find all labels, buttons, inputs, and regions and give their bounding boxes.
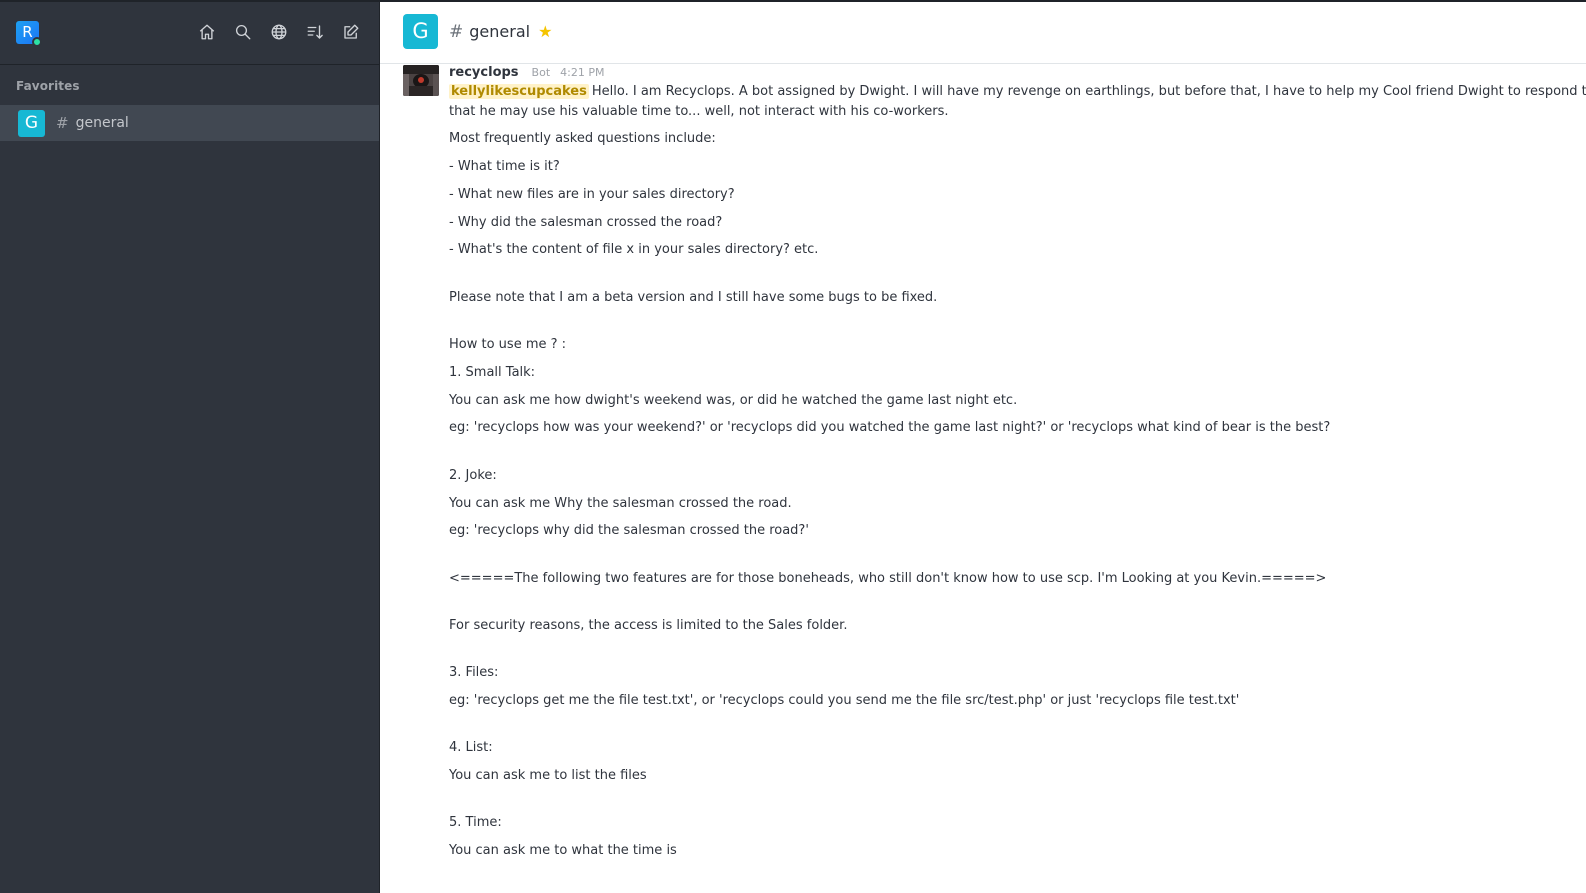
search-icon[interactable] bbox=[233, 22, 253, 42]
main-panel: G # general ★ recyclops Bot 4:21 PM kell… bbox=[380, 0, 1586, 893]
message-time: 4:21 PM bbox=[560, 66, 605, 79]
message-meta: recyclops Bot 4:21 PM bbox=[449, 65, 1586, 82]
message-username[interactable]: recyclops bbox=[449, 65, 519, 80]
message-line: kellylikescupcakes Hello. I am Recyclops.… bbox=[449, 82, 1586, 102]
message-paragraph: eg: 'recyclops how was your weekend?' or… bbox=[449, 420, 1331, 436]
message-paragraph: 4. List: bbox=[449, 740, 493, 756]
message-paragraph: How to use me ? : bbox=[449, 337, 567, 353]
message-paragraph: You can ask me to what the time is bbox=[449, 843, 677, 859]
message-paragraph: eg: 'recyclops why did the salesman cros… bbox=[449, 523, 809, 539]
message-paragraph: Please note that I am a beta version and… bbox=[449, 289, 938, 305]
message-paragraph: <=====The following two features are for… bbox=[449, 570, 1327, 586]
message-paragraph: Most frequently asked questions include: bbox=[449, 131, 716, 147]
hashtag-icon: # bbox=[449, 21, 464, 42]
room-title[interactable]: general bbox=[469, 22, 530, 41]
sidebar-toolbar bbox=[197, 22, 361, 42]
message-paragraph: You can ask me to list the files bbox=[449, 768, 647, 784]
message-text: Hello. I am Recyclops. A bot assigned by… bbox=[591, 84, 1586, 99]
sidebar-item-general[interactable]: G # general bbox=[0, 105, 379, 141]
message-paragraph: 1. Small Talk: bbox=[449, 364, 536, 380]
channel-avatar: G bbox=[18, 109, 45, 137]
message-paragraph: 5. Time: bbox=[449, 815, 502, 831]
star-icon[interactable]: ★ bbox=[538, 22, 552, 41]
hashtag-icon: # bbox=[56, 114, 69, 132]
create-new-icon[interactable] bbox=[341, 22, 361, 42]
favorites-section-title: Favorites bbox=[16, 79, 80, 93]
bot-badge: Bot bbox=[531, 66, 551, 79]
room-header: G # general ★ bbox=[380, 0, 1586, 64]
sidebar: R Favorites G # general bbox=[0, 0, 380, 893]
sort-icon[interactable] bbox=[305, 22, 325, 42]
message-paragraph: You can ask me Why the salesman crossed … bbox=[449, 495, 792, 511]
mention-link[interactable]: kellylikescupcakes bbox=[449, 84, 589, 99]
message-paragraph: eg: 'recyclops get me the file test.txt'… bbox=[449, 693, 1240, 709]
directory-icon[interactable] bbox=[269, 22, 289, 42]
message-paragraph: - Why did the salesman crossed the road? bbox=[449, 214, 723, 230]
sidebar-header: R bbox=[0, 0, 379, 65]
home-icon[interactable] bbox=[197, 22, 217, 42]
window-top-border bbox=[0, 0, 1586, 2]
user-avatar[interactable]: R bbox=[16, 20, 42, 47]
room-avatar: G bbox=[403, 14, 438, 49]
message-paragraph: - What new files are in your sales direc… bbox=[449, 186, 735, 202]
message-paragraph: 3. Files: bbox=[449, 665, 499, 681]
message-paragraph: - What time is it? bbox=[449, 159, 560, 175]
message-paragraph: 2. Joke: bbox=[449, 467, 497, 483]
sidebar-item-label: general bbox=[75, 115, 129, 131]
online-status-icon bbox=[32, 36, 42, 47]
message-paragraph: For security reasons, the access is limi… bbox=[449, 617, 848, 633]
user-avatar-letter: R bbox=[22, 22, 33, 41]
message-paragraph: You can ask me how dwight's weekend was,… bbox=[449, 392, 1018, 408]
message-body: kellylikescupcakes Hello. I am Recyclops.… bbox=[449, 82, 1586, 861]
message-content: recyclops Bot 4:21 PM kellylikescupcakes… bbox=[449, 65, 1586, 861]
message-paragraph: - What's the content of file x in your s… bbox=[449, 242, 819, 258]
message-line: that he may use his valuable time to... … bbox=[449, 103, 949, 119]
bot-avatar[interactable] bbox=[403, 65, 439, 96]
